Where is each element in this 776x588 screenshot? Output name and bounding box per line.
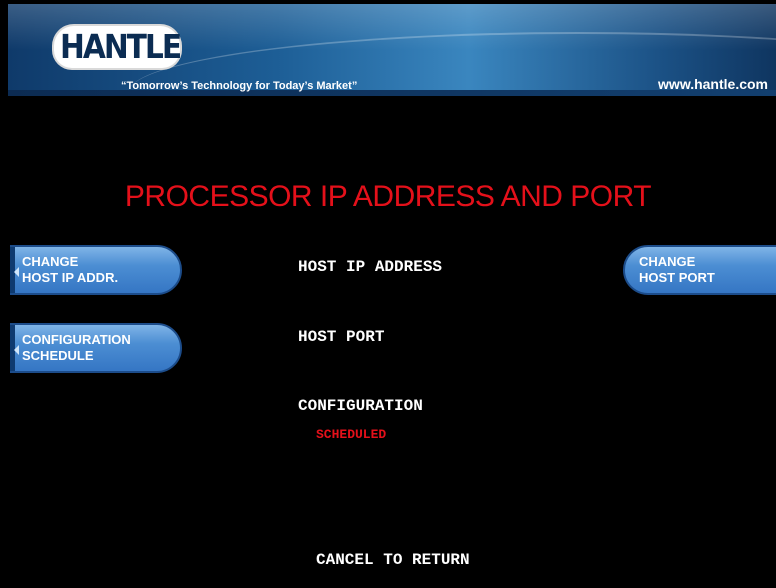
change-host-ip-button[interactable]: CHANGE HOST IP ADDR. — [10, 245, 182, 295]
pointer-arrow-icon — [14, 267, 19, 277]
tagline: “Tomorrow’s Technology for Today’s Marke… — [121, 80, 358, 92]
screen-title: PROCESSOR IP ADDRESS AND PORT — [124, 180, 652, 213]
cancel-to-return-text: CANCEL TO RETURN — [316, 551, 470, 569]
button-label-line1: CHANGE — [639, 254, 696, 269]
button-label-line1: CONFIGURATION — [22, 332, 131, 347]
button-label-line2: SCHEDULE — [22, 348, 94, 363]
configuration-schedule-button[interactable]: CONFIGURATION SCHEDULE — [10, 323, 182, 373]
configuration-label: CONFIGURATION — [298, 397, 423, 415]
button-label-line2: HOST PORT — [639, 270, 715, 285]
logo-text: HANTLE — [60, 27, 182, 66]
change-host-port-button[interactable]: CHANGE HOST PORT — [623, 245, 776, 295]
configuration-status: SCHEDULED — [316, 427, 387, 442]
button-label-line1: CHANGE — [22, 254, 79, 269]
button-label-line2: HOST IP ADDR. — [22, 270, 119, 285]
host-ip-address-label: HOST IP ADDRESS — [298, 258, 443, 276]
website-url: www.hantle.com — [658, 76, 768, 92]
hantle-logo: HANTLE — [52, 24, 182, 70]
host-port-label: HOST PORT — [298, 328, 385, 346]
pointer-arrow-icon — [14, 345, 19, 355]
header-banner: HANTLE “Tomorrow’s Technology for Today’… — [8, 4, 776, 96]
